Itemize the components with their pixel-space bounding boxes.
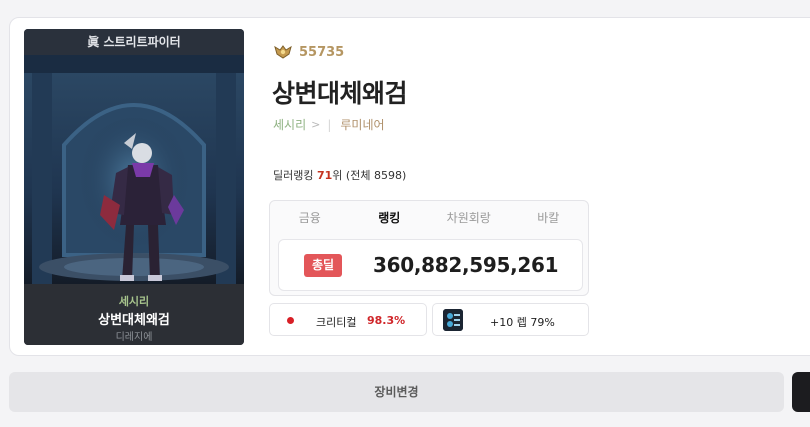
level-label: +10 렙 79%: [490, 316, 555, 329]
secondary-action-button[interactable]: [792, 372, 810, 412]
chevron-right-icon: >: [311, 118, 321, 131]
total-damage-badge: 총딜: [304, 254, 342, 277]
character-server-label: 디레지에: [115, 332, 153, 343]
character-name-label: 상변대체왜검: [98, 313, 170, 328]
page: 眞 스트리트파이터 세시리 상변대체왜검 디레지에 55735 상변대체왜검 세…: [0, 0, 810, 427]
tab-dimension-corridor[interactable]: 차원회랑: [429, 201, 509, 235]
fame-wings-icon: [274, 45, 292, 59]
ranking-number: 71: [316, 169, 333, 182]
character-illustration: [24, 55, 244, 284]
character-job-label: 세시리: [118, 295, 150, 308]
critical-label: 크리티컬: [316, 316, 357, 329]
character-footer: 세시리 상변대체왜검 디레지에: [24, 284, 244, 345]
breadcrumb-divider: |: [327, 117, 332, 132]
stats-panel: 금융 랭킹 차원회랑 바칼 총딜 360,882,595,261: [269, 200, 589, 296]
critical-stat: 크리티컬 98.3%: [269, 303, 427, 336]
total-damage-value: 360,882,595,261: [373, 253, 559, 277]
critical-dot-icon: [287, 317, 294, 324]
breadcrumb: 세시리 > | 루미네어: [273, 116, 385, 133]
ranking-total: (전체 8598): [345, 169, 407, 182]
dealer-ranking: 딜러랭킹 71위 (전체 8598): [273, 167, 406, 183]
character-class-label: 眞 스트리트파이터: [24, 29, 244, 55]
change-equipment-button[interactable]: 장비변경: [9, 372, 784, 412]
tab-ranking[interactable]: 랭킹: [350, 201, 430, 235]
ranking-suffix: 위: [332, 169, 346, 182]
guild-link[interactable]: 루미네어: [340, 116, 384, 133]
fame-row: 55735: [273, 44, 344, 60]
total-damage-box: 총딜 360,882,595,261: [278, 239, 583, 291]
job-link[interactable]: 세시리: [273, 116, 306, 133]
ranking-prefix: 딜러랭킹: [273, 169, 317, 182]
tab-finance[interactable]: 금융: [270, 201, 350, 235]
level-stat: +10 렙 79%: [432, 303, 589, 336]
stats-tabs: 금융 랭킹 차원회랑 바칼: [270, 201, 588, 235]
character-name-heading: 상변대체왜검: [272, 79, 408, 108]
critical-value: 98.3%: [367, 314, 406, 327]
character-portrait-panel[interactable]: 眞 스트리트파이터 세시리 상변대체왜검 디레지에: [24, 29, 244, 345]
tab-bakal[interactable]: 바칼: [509, 201, 589, 235]
experience-book-icon: [443, 309, 463, 331]
fame-value: 55735: [299, 44, 345, 60]
